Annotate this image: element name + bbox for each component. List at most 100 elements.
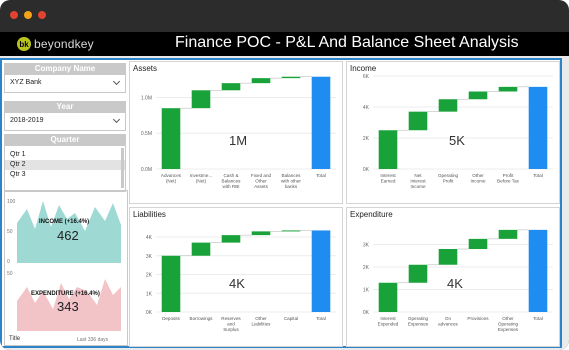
x-category-label: On advances: [438, 316, 458, 326]
waterfall-bar[interactable]: [221, 235, 241, 243]
minimize-window-button[interactable]: [24, 11, 32, 19]
report-page: Company Name XYZ Bank Year 2018-2019 Qua…: [0, 58, 562, 348]
y-tick-label: 0.0M: [141, 167, 152, 173]
waterfall-bar[interactable]: [378, 130, 398, 169]
waterfall-bar[interactable]: [468, 91, 488, 100]
x-category-label: Balances with other banks: [281, 173, 301, 189]
quarter-item[interactable]: Qtr 1: [5, 150, 125, 160]
y-tick-label: 2K: [363, 136, 370, 142]
company-dropdown[interactable]: XYZ Bank: [4, 75, 126, 93]
logo-text: beyondkey: [34, 37, 94, 51]
y-tick-label: 4K: [363, 105, 370, 111]
y-tick-label: 0K: [363, 167, 370, 173]
page-title: Finance POC - P&L And Balance Sheet Anal…: [175, 34, 519, 51]
spark-axis-mid: 50: [7, 229, 13, 235]
waterfall-bar[interactable]: [498, 229, 518, 239]
y-tick-label: 2K: [146, 273, 153, 279]
waterfall-bar[interactable]: [408, 111, 428, 131]
waterfall-bar[interactable]: [161, 255, 181, 312]
waterfall-bar[interactable]: [251, 231, 271, 236]
chart-title: Income: [350, 64, 377, 73]
waterfall-bar[interactable]: [378, 282, 398, 312]
chevron-down-icon: [112, 77, 121, 86]
sparkline-panel: 100 50 0 50 INCOME (+16.4%) 462 EXPENDIT…: [4, 190, 128, 346]
app-window: bk beyondkey Finance POC - P&L And Balan…: [0, 0, 569, 350]
waterfall-bar[interactable]: [438, 99, 458, 112]
waterfall-bar[interactable]: [468, 238, 488, 249]
waterfall-bar[interactable]: [281, 76, 301, 79]
expenditure-value: 343: [57, 299, 79, 314]
quarter-list: Qtr 1 Qtr 2 Qtr 3: [4, 146, 126, 192]
chart-title: Expenditure: [350, 210, 393, 219]
expenditure-label: EXPENDITURE (+16.4%): [31, 291, 100, 297]
waterfall-bar[interactable]: [438, 249, 458, 265]
x-category-label: Other Liabilities: [252, 316, 272, 326]
waterfall-bar[interactable]: [498, 86, 518, 92]
quarter-item-selected[interactable]: Qtr 2: [5, 160, 125, 170]
card-value: 4K: [447, 276, 463, 291]
waterfall-bar[interactable]: [281, 230, 301, 232]
waterfall-bar[interactable]: [221, 83, 241, 91]
y-tick-label: 3K: [146, 254, 153, 260]
report-header: bk beyondkey Finance POC - P&L And Balan…: [0, 32, 569, 56]
x-category-label: Fixed and Other Assets: [251, 173, 272, 189]
x-category-label: Investme... (Net): [190, 173, 212, 183]
total-bar[interactable]: [528, 86, 548, 169]
y-tick-label: 2K: [363, 265, 370, 271]
year-dropdown[interactable]: 2018-2019: [4, 113, 126, 131]
y-tick-label: 0.5M: [141, 131, 152, 137]
quarter-slicer-header: Quarter: [4, 134, 126, 146]
waterfall-bar[interactable]: [191, 242, 211, 256]
y-tick-label: 1.0M: [141, 95, 152, 101]
y-tick-label: 4K: [146, 235, 153, 241]
waterfall-bar[interactable]: [408, 264, 428, 283]
sparkline-chart: [17, 201, 121, 331]
company-dropdown-value: XYZ Bank: [10, 79, 42, 86]
assets-chart: Assets 1.0M 0.5M 0.0M Advances (Net) Investme…: [129, 61, 343, 204]
x-category-label: Advances (Net): [161, 173, 182, 183]
card-value: 1M: [229, 133, 248, 148]
waterfall-bar[interactable]: [161, 108, 181, 169]
waterfall-bar[interactable]: [191, 90, 211, 109]
waterfall-bar[interactable]: [251, 78, 271, 84]
card-value: 5K: [449, 133, 465, 148]
x-category-label: Total: [533, 173, 543, 178]
spark-axis-top2: 50: [7, 271, 13, 277]
x-category-label: Capital: [284, 316, 298, 321]
x-category-label: Other Operating Expenses: [498, 316, 519, 332]
y-tick-label: 0K: [363, 310, 370, 316]
window-controls: [10, 11, 46, 19]
spark-footer-range: Last 336 days: [77, 337, 109, 343]
x-category-label: Total: [316, 173, 326, 178]
close-window-button[interactable]: [10, 11, 18, 19]
quarter-item[interactable]: Qtr 3: [5, 170, 125, 180]
chart-title: Liabilities: [133, 210, 166, 219]
y-tick-label: 1K: [146, 291, 153, 297]
company-slicer-header: Company Name: [4, 63, 126, 75]
card-value: 4K: [229, 276, 245, 291]
total-bar[interactable]: [311, 230, 331, 312]
y-tick-label: 6K: [363, 74, 370, 80]
chart-title: Assets: [133, 64, 158, 73]
total-bar[interactable]: [528, 229, 548, 312]
y-tick-label: 1K: [363, 288, 370, 294]
y-tick-label: 3K: [363, 243, 370, 249]
x-category-label: Profit Before Tax: [497, 173, 520, 183]
maximize-window-button[interactable]: [38, 11, 46, 19]
y-tick-label: 0K: [146, 310, 153, 316]
chevron-down-icon: [112, 115, 121, 124]
income-value: 462: [57, 228, 79, 243]
total-bar[interactable]: [311, 76, 331, 169]
income-chart: Income 6K 4K 2K 0K Interest Earned Net Interest…: [346, 61, 560, 204]
x-category-label: Total: [316, 316, 326, 321]
x-category-label: Deposits: [162, 316, 181, 321]
x-category-label: Interest Expended: [378, 316, 399, 326]
x-category-label: Operating Expenses: [408, 316, 429, 326]
spark-axis-zero: 0: [7, 259, 10, 265]
spark-footer-title: Title: [9, 336, 21, 342]
income-label: INCOME (+16.4%): [39, 219, 90, 225]
x-category-label: Cash & Balances with RBI: [222, 173, 242, 189]
quarter-scrollbar[interactable]: [121, 148, 124, 188]
x-category-label: Other Income: [470, 173, 486, 183]
x-category-label: Total: [533, 316, 543, 321]
